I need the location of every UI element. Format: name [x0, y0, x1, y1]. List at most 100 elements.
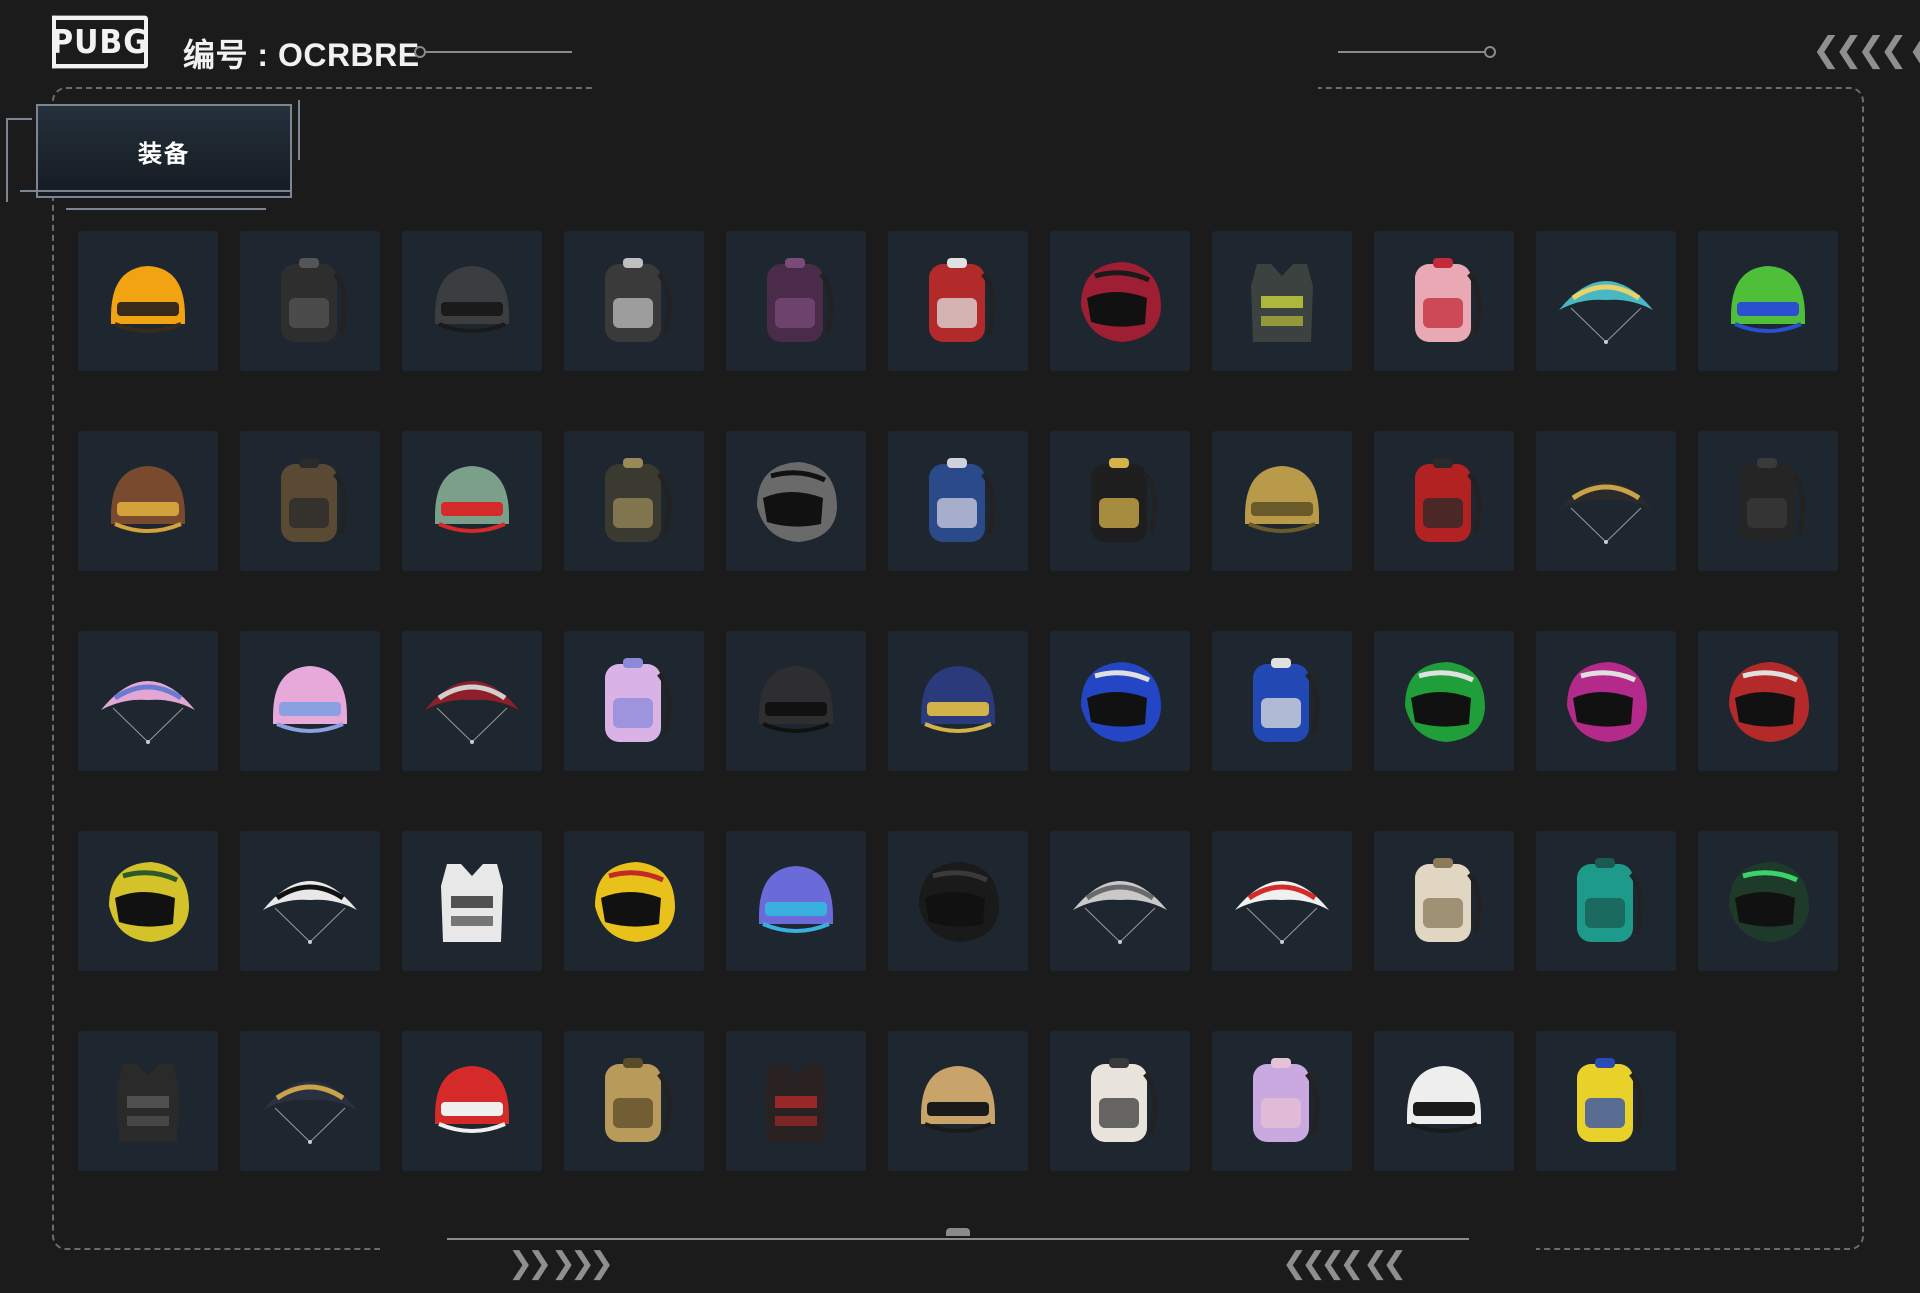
parachute-icon	[263, 1081, 357, 1144]
equipment-item-helmet-pink-horns[interactable]	[240, 631, 380, 771]
backpack-icon	[1415, 258, 1482, 342]
helmet-icon	[1245, 466, 1319, 533]
backpack-icon	[281, 258, 348, 342]
equipment-item-backpack-lavender-cute[interactable]	[1212, 1031, 1352, 1171]
equipment-item-helmet-yellow-moto[interactable]	[78, 831, 218, 971]
equipment-item-parachute-navy-gold[interactable]	[240, 1031, 380, 1171]
equipment-item-vest-white-graffiti[interactable]	[402, 831, 542, 971]
helmet-icon	[435, 466, 509, 533]
tab-container: 装备	[6, 100, 300, 214]
equipment-item-helmet-magenta-moto[interactable]	[1536, 631, 1676, 771]
equipment-item-backpack-black[interactable]	[240, 231, 380, 371]
vest-icon	[441, 864, 503, 942]
helmet-icon	[759, 866, 833, 933]
equipment-item-backpack-stars-blue[interactable]	[888, 431, 1028, 571]
equipment-item-vest-black-red[interactable]	[726, 1031, 866, 1171]
equipment-item-backpack-crystal-purple[interactable]	[726, 231, 866, 371]
parachute-icon	[101, 681, 195, 744]
equipment-item-helmet-tan-level3[interactable]	[888, 1031, 1028, 1171]
backpack-icon	[605, 1058, 672, 1142]
equipment-item-helmet-blue-gold[interactable]	[888, 631, 1028, 771]
backpack-icon	[605, 258, 672, 342]
backpack-icon	[281, 458, 348, 542]
equipment-item-helmet-propeller[interactable]	[78, 231, 218, 371]
equipment-item-helmet-black-carbon[interactable]	[726, 631, 866, 771]
helmet-icon	[111, 266, 185, 333]
equipment-item-parachute-teal[interactable]	[1536, 231, 1676, 371]
equipment-item-backpack-teal[interactable]	[1536, 831, 1676, 971]
backpack-icon	[1577, 858, 1644, 942]
equipment-item-helmet-blue-moto[interactable]	[1050, 631, 1190, 771]
frame-gap-top-left	[594, 82, 1318, 92]
equipment-item-backpack-blue[interactable]	[1212, 631, 1352, 771]
equipment-item-backpack-camo-bw[interactable]	[564, 231, 704, 371]
equipment-item-helmet-purple-pixel[interactable]	[726, 831, 866, 971]
tab-underline-decoration	[20, 190, 290, 192]
serial-number: 编号 : OCRBRE	[183, 37, 420, 73]
equipment-item-helmet-green-moto[interactable]	[1374, 631, 1514, 771]
header-line-dot-left	[414, 46, 426, 58]
equipment-item-helmet-gold-spartan[interactable]	[1212, 431, 1352, 571]
equipment-item-helmet-black-moto[interactable]	[888, 831, 1028, 971]
chevrons-left-icon: ❮❮❮❮ ❮	[1812, 30, 1920, 70]
header-line-left	[422, 51, 572, 53]
helmet-icon	[759, 666, 833, 733]
equipment-item-backpack-cream[interactable]	[1374, 831, 1514, 971]
vest-icon	[765, 1064, 827, 1142]
equipment-item-backpack-white-floral[interactable]	[1050, 1031, 1190, 1171]
equipment-item-backpack-red-tactical[interactable]	[1374, 431, 1514, 571]
backpack-icon	[1253, 658, 1320, 742]
parachute-icon	[1559, 481, 1653, 544]
equipment-item-helmet-devil-green[interactable]	[402, 431, 542, 571]
equipment-item-backpack-pink-lilac[interactable]	[564, 631, 704, 771]
parachute-icon	[263, 881, 357, 944]
moto-icon	[109, 862, 189, 942]
equipment-item-backpack-red-white[interactable]	[888, 231, 1028, 371]
vest-icon	[117, 1064, 179, 1142]
equipment-item-helmet-cat-rainbow[interactable]	[564, 831, 704, 971]
helmet-icon	[1731, 266, 1805, 333]
equipment-item-backpack-black-plain[interactable]	[1698, 431, 1838, 571]
backpack-icon	[1415, 858, 1482, 942]
equipment-item-helmet-jester[interactable]	[402, 1031, 542, 1171]
equipment-item-helmet-red-moto-2[interactable]	[1698, 631, 1838, 771]
equipment-item-helmet-gray-visor[interactable]	[726, 431, 866, 571]
equipment-item-helmet-reindeer[interactable]	[78, 431, 218, 571]
equipment-item-helmet-diver-green[interactable]	[1698, 231, 1838, 371]
equipment-item-backpack-dark-camo[interactable]	[564, 431, 704, 571]
parachute-icon	[1559, 281, 1653, 344]
backpack-icon	[929, 258, 996, 342]
equipment-item-backpack-yellow-blue[interactable]	[1536, 1031, 1676, 1171]
scroll-indicator[interactable]	[946, 1228, 970, 1236]
equipment-item-backpack-leopard-51[interactable]	[240, 431, 380, 571]
moto-icon	[1405, 662, 1485, 742]
equipment-item-parachute-gray-pattern[interactable]	[1050, 831, 1190, 971]
equipment-item-backpack-tan[interactable]	[564, 1031, 704, 1171]
equipment-item-helmet-red-moto[interactable]	[1050, 231, 1190, 371]
backpack-icon	[605, 658, 672, 742]
moto-icon	[1729, 862, 1809, 942]
chevrons-right-icon: ❯❯ ❯❯❯	[508, 1246, 614, 1281]
footer-line	[447, 1238, 1469, 1240]
backpack-icon	[1739, 458, 1806, 542]
equipment-item-helmet-dark-green-moto[interactable]	[1698, 831, 1838, 971]
equipment-item-parachute-pink[interactable]	[78, 631, 218, 771]
equipment-item-helmet-iron[interactable]	[402, 231, 542, 371]
equipment-item-helmet-dalmatian[interactable]	[1374, 1031, 1514, 1171]
moto-icon	[757, 462, 837, 542]
equipment-item-parachute-red-swirl[interactable]	[402, 631, 542, 771]
equipment-item-vest-camo-yellow[interactable]	[1212, 231, 1352, 371]
equipment-item-parachute-kfc[interactable]	[1212, 831, 1352, 971]
header-line-dot-right	[1484, 46, 1496, 58]
equipment-item-parachute-bw-script[interactable]	[240, 831, 380, 971]
equipment-item-parachute-gold-black[interactable]	[1536, 431, 1676, 571]
header-line-right	[1338, 51, 1488, 53]
tab-equipment[interactable]: 装备	[36, 104, 292, 198]
equipment-item-vest-black-tactical[interactable]	[78, 1031, 218, 1171]
tab-underline-decoration	[66, 208, 266, 210]
parachute-icon	[425, 681, 519, 744]
helmet-icon	[435, 1066, 509, 1133]
equipment-item-backpack-gold-black[interactable]	[1050, 431, 1190, 571]
parachute-icon	[1073, 881, 1167, 944]
equipment-item-backpack-donut-pink[interactable]	[1374, 231, 1514, 371]
